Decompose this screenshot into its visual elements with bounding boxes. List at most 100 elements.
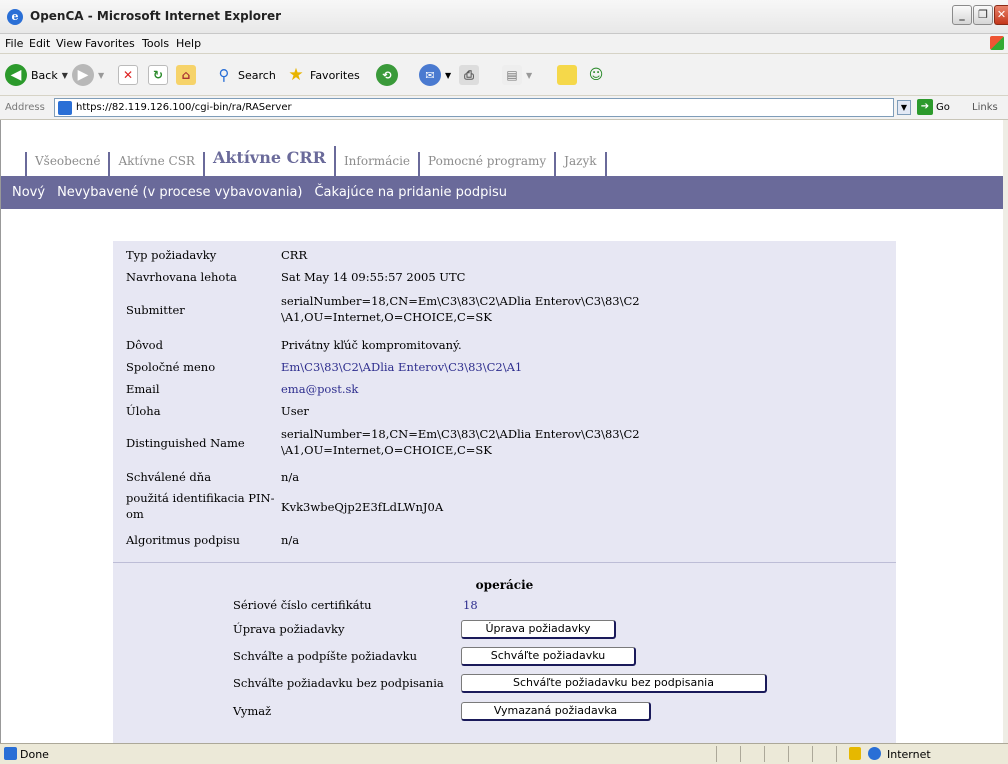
- page-viewport: Všeobecné Aktívne CSR Aktívne CRR Inform…: [0, 120, 1003, 743]
- subnav-novy[interactable]: Nový: [12, 185, 45, 200]
- windows-flag-icon: [990, 36, 1004, 50]
- lock-icon: [849, 747, 861, 760]
- home-button[interactable]: ⌂: [176, 63, 196, 87]
- history-button[interactable]: ⟲: [376, 63, 398, 87]
- go-label: Go: [936, 101, 950, 113]
- tab-informacie[interactable]: Informácie: [336, 152, 421, 176]
- approve-nosign-label: Schváľte požiadavku bez podpisania: [233, 676, 444, 690]
- search-icon: ⚲: [218, 66, 230, 84]
- history-icon: ⟲: [376, 64, 398, 86]
- maximize-button[interactable]: ❐: [973, 5, 993, 25]
- back-arrow-icon: ◀: [5, 64, 27, 86]
- email-link[interactable]: ema@post.sk: [281, 381, 701, 397]
- go-arrow-icon: ➔: [917, 99, 933, 115]
- favorites-button[interactable]: ★ Favorites: [286, 63, 359, 87]
- discuss-button[interactable]: [557, 63, 577, 87]
- status-divider: [716, 746, 717, 762]
- edit-label: Úprava požiadavky: [233, 622, 345, 636]
- detail-key: Spoločné meno: [126, 360, 216, 374]
- minimize-button[interactable]: _: [952, 5, 972, 25]
- print-button[interactable]: ⎙: [459, 63, 479, 87]
- page-icon: [58, 101, 72, 115]
- edit-button[interactable]: ▤ ▼: [502, 63, 532, 87]
- edit-request-button[interactable]: Úprava požiadavky: [461, 620, 616, 639]
- detail-key: použitá identifikacia PIN- om: [126, 491, 275, 521]
- forward-arrow-icon: ▶: [72, 64, 94, 86]
- menu-edit[interactable]: Edit: [29, 37, 50, 50]
- delete-request-button[interactable]: Vymazaná požiadavka: [461, 702, 651, 721]
- approve-nosign-button[interactable]: Schváľte požiadavku bez podpisania: [461, 674, 767, 693]
- sub-navigation: Nový Nevybavené (v procese vybavovania) …: [1, 176, 1003, 209]
- detail-key: Email: [126, 382, 160, 396]
- tab-jazyk[interactable]: Jazyk: [556, 152, 607, 176]
- address-label: Address: [5, 102, 45, 113]
- security-zone-text: Internet: [887, 748, 931, 761]
- detail-value: n/a: [281, 533, 300, 547]
- detail-value: n/a: [281, 470, 300, 484]
- print-icon: ⎙: [459, 65, 479, 85]
- menu-bar: File Edit View Favorites Tools Help: [0, 34, 1008, 54]
- search-label: Search: [238, 68, 276, 82]
- detail-value: Privátny kľúč kompromitovaný.: [281, 338, 462, 352]
- detail-value: CRR: [281, 248, 308, 262]
- url-input[interactable]: [76, 100, 876, 115]
- status-bar: Done Internet: [0, 743, 1008, 764]
- operations-title: operácie: [475, 578, 534, 592]
- request-panel: Typ požiadavky CRR Navrhovana lehota Sat M…: [113, 241, 896, 743]
- ie-logo-icon: e: [7, 9, 23, 25]
- detail-key: Schválené dňa: [126, 470, 212, 484]
- detail-value: User: [281, 404, 309, 418]
- stop-icon: ✕: [118, 65, 138, 85]
- menu-help[interactable]: Help: [176, 37, 201, 50]
- menu-view[interactable]: View: [56, 37, 82, 50]
- go-button[interactable]: ➔ Go: [917, 99, 950, 115]
- refresh-icon: ↻: [148, 65, 168, 85]
- status-text: Done: [20, 748, 49, 761]
- detail-key: Algoritmus podpisu: [126, 533, 240, 547]
- address-dropdown-icon[interactable]: ▼: [897, 100, 911, 115]
- main-tabs: Všeobecné Aktívne CSR Aktívne CRR Inform…: [25, 146, 607, 176]
- discuss-icon: [557, 65, 577, 85]
- subnav-nevybavene[interactable]: Nevybavené (v procese vybavovania): [57, 185, 302, 200]
- mail-icon: ✉: [419, 64, 441, 86]
- back-button[interactable]: ◀ Back ▼: [5, 63, 68, 87]
- vertical-scrollbar[interactable]: [1003, 120, 1008, 743]
- back-label: Back: [31, 68, 58, 82]
- mail-button[interactable]: ✉ ▼: [419, 63, 451, 87]
- status-divider: [812, 746, 813, 762]
- edit-page-icon: ▤: [502, 65, 522, 85]
- forward-button[interactable]: ▶ ▼: [72, 63, 104, 87]
- edit-dropdown-icon: ▼: [526, 70, 533, 80]
- star-icon: ★: [288, 65, 304, 85]
- approve-sign-label: Schváľte a podpíšte požiadavku: [233, 649, 417, 663]
- close-button[interactable]: ✕: [994, 5, 1008, 25]
- mail-dropdown-icon: ▼: [445, 70, 452, 80]
- home-icon: ⌂: [176, 65, 196, 85]
- delete-label: Vymaž: [233, 704, 272, 718]
- detail-key: Úloha: [126, 404, 161, 418]
- serial-number-link[interactable]: 18: [463, 598, 478, 612]
- menu-tools[interactable]: Tools: [142, 37, 169, 50]
- tab-vseobecne[interactable]: Všeobecné: [25, 152, 111, 176]
- refresh-button[interactable]: ↻: [148, 63, 168, 87]
- forward-dropdown-icon: ▼: [98, 70, 105, 80]
- address-field[interactable]: [54, 98, 894, 117]
- tab-pomocne-programy[interactable]: Pomocné programy: [420, 152, 557, 176]
- tab-aktivne-csr[interactable]: Aktívne CSR: [110, 152, 205, 176]
- title-bar: e OpenCA - Microsoft Internet Explorer _…: [0, 0, 1008, 34]
- window-title: OpenCA - Microsoft Internet Explorer: [30, 9, 282, 23]
- messenger-button[interactable]: ☺: [586, 63, 606, 87]
- stop-button[interactable]: ✕: [118, 63, 138, 87]
- approve-sign-button[interactable]: Schváľte požiadavku: [461, 647, 636, 666]
- status-divider: [764, 746, 765, 762]
- detail-value: serialNumber=18,CN=Em\C3\83\C2\ADlia Ent…: [281, 294, 640, 324]
- menu-favorites[interactable]: Favorites: [85, 37, 135, 50]
- links-button[interactable]: Links: [972, 102, 998, 113]
- detail-key: Navrhovana lehota: [126, 270, 237, 284]
- search-button[interactable]: ⚲ Search: [214, 63, 276, 87]
- menu-file[interactable]: File: [5, 37, 23, 50]
- tab-aktivne-crr[interactable]: Aktívne CRR: [205, 146, 336, 176]
- subnav-cakajuce[interactable]: Čakajúce na pridanie podpisu: [314, 185, 507, 200]
- section-divider: [113, 562, 896, 563]
- common-name-link[interactable]: Em\C3\83\C2\ADlia Enterov\C3\83\C2\A1: [281, 359, 701, 375]
